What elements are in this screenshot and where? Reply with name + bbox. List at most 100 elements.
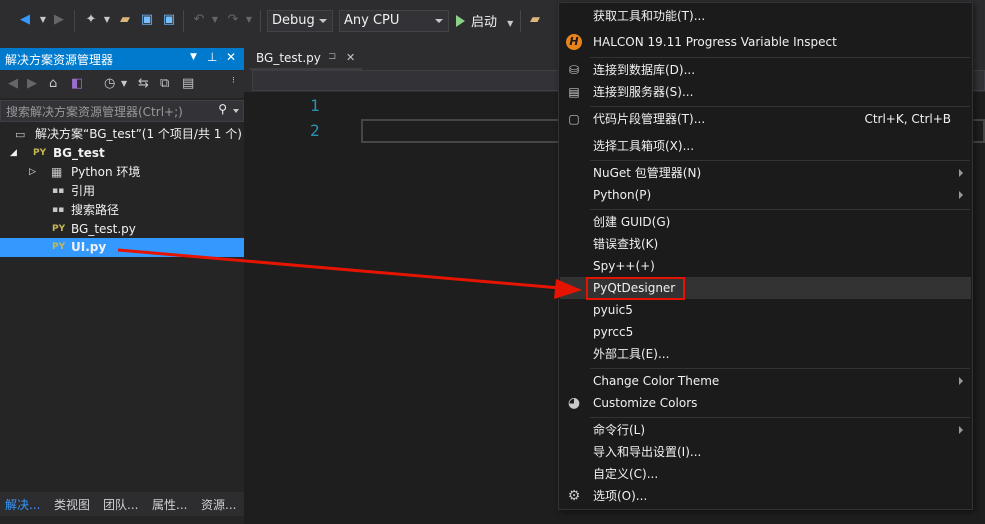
forward-icon[interactable]: ▶ <box>50 11 68 29</box>
search-placeholder: 搜索解决方案资源管理器(Ctrl+;) <box>6 105 183 119</box>
tab-team-explorer[interactable]: 团队... <box>103 496 138 513</box>
solution-explorer-title-bar: 解决方案资源管理器 ▼ ⊥ ✕ <box>0 48 244 70</box>
menu-item-command-line[interactable]: 命令行(L) <box>560 419 971 441</box>
close-icon[interactable]: ✕ <box>346 51 355 64</box>
start-dropdown-icon[interactable]: ▼ <box>507 19 513 28</box>
menu-item-label: 命令行(L) <box>593 423 646 437</box>
menu-item-create-guid[interactable]: 创建 GUID(G) <box>560 211 971 233</box>
menu-item-pyrcc5[interactable]: pyrcc5 <box>560 321 971 343</box>
panel-title: 解决方案资源管理器 <box>5 53 114 67</box>
menu-item-error-lookup[interactable]: 错误查找(K) <box>560 233 971 255</box>
tree-item-references[interactable]: ▪▪ 引用 <box>0 182 244 201</box>
solution-search-input[interactable]: 搜索解决方案资源管理器(Ctrl+;) ⚲ <box>0 100 244 122</box>
halcon-icon: H <box>566 34 582 50</box>
undo-dropdown-icon[interactable]: ▼ <box>206 11 224 29</box>
menu-item-label: HALCON 19.11 Progress Variable Inspect <box>593 35 837 49</box>
tab-bg-test-py[interactable]: BG_test.py ⊐ ✕ <box>249 48 362 70</box>
menu-item-change-color-theme[interactable]: Change Color Theme <box>560 370 971 392</box>
start-button[interactable]: 启动 ▼ <box>456 11 513 31</box>
menu-item-snippet-manager[interactable]: ▢ 代码片段管理器(T)... Ctrl+K, Ctrl+B <box>560 108 971 130</box>
back-icon[interactable]: ◀ <box>16 11 34 29</box>
menu-item-spy[interactable]: Spy++(+) <box>560 255 971 277</box>
tree-item-bg-test-py[interactable]: PY BG_test.py <box>0 220 244 239</box>
menu-item-label: Python(P) <box>593 188 652 202</box>
solution-icon: ▭ <box>15 128 26 141</box>
menu-separator <box>590 106 970 107</box>
menu-separator <box>590 417 970 418</box>
menu-item-label: 选项(O)... <box>593 489 648 503</box>
python-file-icon: PY <box>52 242 66 252</box>
tree-item-label: 搜索路径 <box>71 203 120 217</box>
pending-changes-icon[interactable]: ◷ <box>104 76 115 91</box>
tab-solution-explorer[interactable]: 解决... <box>5 496 40 513</box>
new-dropdown-icon[interactable]: ▼ <box>98 11 116 29</box>
menu-item-python[interactable]: Python(P) <box>560 184 971 206</box>
menu-item-label: 选择工具箱项(X)... <box>593 139 695 153</box>
tree-item-search-paths[interactable]: ▪▪ 搜索路径 <box>0 201 244 220</box>
save-all-icon[interactable]: ▣ <box>160 11 178 29</box>
forward-icon[interactable]: ▶ <box>27 76 37 91</box>
menu-separator <box>590 368 970 369</box>
save-icon[interactable]: ▣ <box>138 11 156 29</box>
menu-item-choose-toolbox[interactable]: 选择工具箱项(X)... <box>560 135 971 157</box>
expand-arrow-icon[interactable]: ▷ <box>29 163 36 182</box>
search-path-icon: ▪▪ <box>52 205 65 215</box>
tree-item-project[interactable]: ◢ PY BG_test <box>0 144 244 163</box>
solution-explorer-panel: 解决方案资源管理器 ▼ ⊥ ✕ ◀ ▶ ⌂ ◧ ◷ ▼ ⇆ ⧉ ▤ ⁝ 搜索解决… <box>0 48 244 524</box>
tab-properties[interactable]: 属性... <box>152 496 187 513</box>
menu-item-label: pyuic5 <box>593 303 633 317</box>
search-options-icon[interactable] <box>233 109 239 113</box>
references-icon: ▪▪ <box>52 186 65 196</box>
menu-item-connect-server[interactable]: ▤ 连接到服务器(S)... <box>560 81 971 103</box>
menu-item-pyuic5[interactable]: pyuic5 <box>560 299 971 321</box>
open-folder-icon[interactable]: ▰ <box>116 11 134 29</box>
redo-dropdown-icon[interactable]: ▼ <box>240 11 258 29</box>
tree-item-ui-py[interactable]: PY UI.py <box>0 238 244 257</box>
bottom-tool-tabs: 解决... 类视图 团队... 属性... 资源... <box>0 492 244 516</box>
platform-dropdown[interactable]: Any CPU <box>339 10 449 32</box>
tab-class-view[interactable]: 类视图 <box>54 496 90 513</box>
tree-item-label: 解决方案“BG_test”(1 个项目/共 1 个) <box>35 127 242 141</box>
switch-views-icon[interactable]: ◧ <box>71 76 83 91</box>
menu-separator <box>590 209 970 210</box>
home-icon[interactable]: ⌂ <box>49 76 57 91</box>
tools-menu: 获取工具和功能(T)... H HALCON 19.11 Progress Va… <box>558 2 973 510</box>
window-position-icon[interactable]: ▼ <box>190 52 197 62</box>
tree-item-label: 引用 <box>71 184 96 198</box>
menu-item-shortcut: Ctrl+K, Ctrl+B <box>864 112 951 126</box>
pending-dropdown-icon[interactable]: ▼ <box>121 79 127 88</box>
properties-icon[interactable]: ⁝ <box>232 76 235 86</box>
sync-icon[interactable]: ⇆ <box>138 76 149 91</box>
search-icon[interactable]: ⚲ <box>218 102 227 116</box>
tab-resources[interactable]: 资源... <box>201 496 236 513</box>
menu-item-options[interactable]: ⚙ 选项(O)... <box>560 485 971 507</box>
back-icon[interactable]: ◀ <box>8 76 18 91</box>
submenu-arrow-icon <box>959 169 963 177</box>
tree-item-python-env[interactable]: ▷ ▦ Python 环境 <box>0 163 244 182</box>
tree-item-solution[interactable]: ▭ 解决方案“BG_test”(1 个项目/共 1 个) <box>0 125 244 144</box>
configuration-dropdown[interactable]: Debug <box>267 10 333 32</box>
show-all-files-icon[interactable]: ▤ <box>182 76 194 91</box>
find-in-files-icon[interactable]: ▰ <box>526 11 544 29</box>
menu-item-customize-colors[interactable]: ◕ Customize Colors <box>560 392 971 414</box>
menu-item-customize[interactable]: 自定义(C)... <box>560 463 971 485</box>
menu-item-label: 外部工具(E)... <box>593 347 670 361</box>
tab-label: BG_test.py <box>256 51 321 65</box>
pin-icon[interactable]: ⊥ <box>207 50 217 64</box>
line-number: 1 <box>310 96 320 115</box>
collapse-arrow-icon[interactable]: ◢ <box>10 144 17 163</box>
menu-item-get-tools[interactable]: 获取工具和功能(T)... <box>560 5 971 27</box>
menu-item-halcon[interactable]: H HALCON 19.11 Progress Variable Inspect <box>560 31 971 53</box>
menu-item-external-tools[interactable]: 外部工具(E)... <box>560 343 971 365</box>
menu-item-import-export-settings[interactable]: 导入和导出设置(I)... <box>560 441 971 463</box>
menu-item-connect-database[interactable]: ⛁ 连接到数据库(D)... <box>560 59 971 81</box>
menu-item-label: Customize Colors <box>593 396 698 410</box>
menu-item-label: 获取工具和功能(T)... <box>593 9 706 23</box>
database-icon: ⛁ <box>568 63 580 77</box>
pin-icon[interactable]: ⊐ <box>328 51 336 62</box>
toolbar-separator <box>260 10 261 32</box>
collapse-all-icon[interactable]: ⧉ <box>160 76 169 91</box>
close-icon[interactable]: ✕ <box>226 50 236 64</box>
menu-item-nuget[interactable]: NuGet 包管理器(N) <box>560 162 971 184</box>
tree-item-label: Python 环境 <box>71 165 141 179</box>
